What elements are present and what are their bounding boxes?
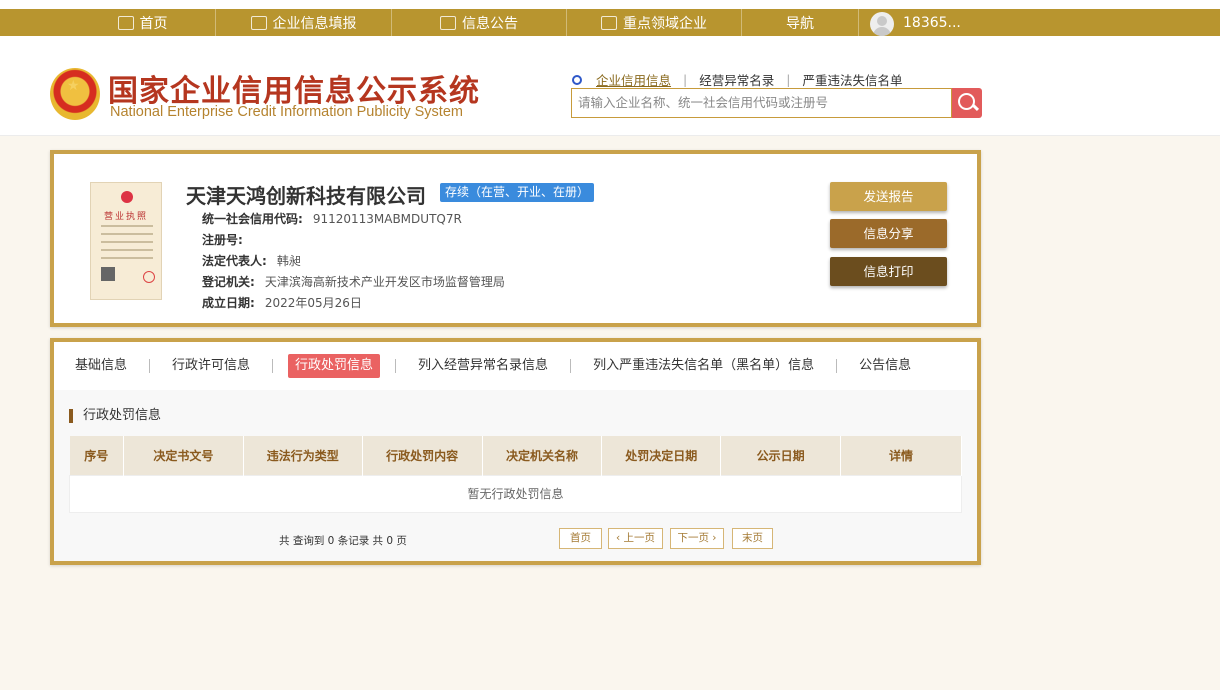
chevron-right-icon: ›: [708, 532, 717, 544]
first-page-button[interactable]: 首页: [559, 528, 602, 549]
building-icon: [601, 15, 617, 30]
edit-icon: [250, 15, 267, 30]
col-penalty-content: 行政处罚内容: [362, 436, 483, 475]
col-publish-date: 公示日期: [720, 436, 842, 475]
col-decision-date: 处罚决定日期: [601, 436, 722, 475]
company-name: 天津天鸿创新科技有限公司: [186, 184, 426, 208]
monitor-icon: [117, 15, 134, 30]
tab-license-info[interactable]: 行政许可信息: [165, 354, 257, 378]
search-tab-blacklist[interactable]: 严重违法失信名单: [796, 70, 908, 89]
business-license-image: 营业执照: [90, 182, 162, 300]
tab-penalty-info[interactable]: 行政处罚信息: [288, 354, 381, 378]
user-name[interactable]: 18365...: [903, 9, 973, 36]
info-credit-code: 统一社会信用代码: 91120113MABMDUTQ7R: [202, 212, 462, 226]
search-tab-abnormal[interactable]: 经营异常名录: [693, 70, 780, 89]
info-authority: 登记机关: 天津滨海高新技术产业开发区市场监督管理局: [202, 275, 505, 289]
print-info-button[interactable]: 信息打印: [830, 257, 947, 286]
nav-item-announcement[interactable]: 信息公告: [392, 9, 566, 36]
search-tabs: 企业信用信息 | 经营异常名录 | 严重违法失信名单: [572, 70, 908, 89]
site-subtitle: National Enterprise Credit Information P…: [110, 104, 463, 120]
tab-content: 行政处罚信息 序号 决定书文号 违法行为类型 行政处罚内容 决定机关名称 处罚决…: [54, 390, 977, 561]
send-report-button[interactable]: 发送报告: [830, 182, 947, 211]
search-input[interactable]: 请输入企业名称、统一社会信用代码或注册号: [571, 88, 952, 118]
info-reg-number: 注册号:: [202, 233, 243, 247]
avatar[interactable]: [870, 12, 894, 36]
search-tab-credit[interactable]: 企业信用信息: [590, 70, 677, 89]
nav-item-navigation[interactable]: 导航: [742, 9, 858, 36]
status-badge: 存续（在营、开业、在册）: [440, 183, 595, 202]
search-icon: [572, 74, 582, 85]
seal-icon: [143, 271, 155, 283]
nav-item-key-field[interactable]: 重点领域企业: [567, 9, 741, 36]
document-icon: [440, 15, 456, 30]
emblem-icon: [121, 191, 133, 203]
national-emblem-icon: [50, 68, 100, 120]
tab-abnormal-list[interactable]: 列入经营异常名录信息: [411, 354, 555, 378]
tab-announcement[interactable]: 公告信息: [852, 354, 918, 378]
prev-page-button[interactable]: ‹ 上一页: [608, 528, 663, 549]
penalty-table: 序号 决定书文号 违法行为类型 行政处罚内容 决定机关名称 处罚决定日期 公示日…: [69, 436, 962, 513]
last-page-button[interactable]: 末页: [732, 528, 773, 549]
tab-blacklist[interactable]: 列入严重违法失信名单（黑名单）信息: [586, 354, 821, 378]
col-violation-type: 违法行为类型: [243, 436, 363, 475]
tab-basic-info[interactable]: 基础信息: [68, 354, 134, 378]
nav-item-report[interactable]: 企业信息填报: [216, 9, 391, 36]
table-row: 暂无行政处罚信息: [69, 474, 962, 513]
col-doc-number: 决定书文号: [123, 436, 244, 475]
qr-code-icon: [101, 267, 115, 281]
section-title: 行政处罚信息: [69, 409, 161, 423]
col-authority: 决定机关名称: [482, 436, 603, 475]
info-legal-rep: 法定代表人: 韩昶: [202, 254, 301, 268]
pager-info: 共 查询到 0 条记录 共 0 页: [279, 535, 407, 547]
site-header: 国家企业信用信息公示系统 National Enterprise Credit …: [0, 36, 1220, 136]
chevron-left-icon: ‹: [615, 532, 624, 544]
detail-panel: 基础信息 行政许可信息 行政处罚信息 列入经营异常名录信息 列入严重违法失信名单…: [50, 338, 981, 565]
info-founded: 成立日期: 2022年05月26日: [202, 296, 362, 310]
empty-message: 暂无行政处罚信息: [69, 474, 962, 513]
next-page-button[interactable]: 下一页 ›: [670, 528, 724, 549]
col-index: 序号: [69, 436, 124, 475]
nav-item-home[interactable]: 首页: [70, 9, 215, 36]
col-details: 详情: [840, 436, 962, 475]
license-label: 营业执照: [103, 212, 148, 222]
share-info-button[interactable]: 信息分享: [830, 219, 947, 248]
company-panel: 营业执照 天津天鸿创新科技有限公司 存续（在营、开业、在册） 统一社会信用代码:…: [50, 150, 981, 327]
search-button[interactable]: [952, 88, 982, 118]
tab-bar: 基础信息 行政许可信息 行政处罚信息 列入经营异常名录信息 列入严重违法失信名单…: [54, 342, 977, 390]
top-nav: 首页 企业信息填报 信息公告 重点领域企业 导航 18365...: [0, 0, 1220, 36]
table-header-row: 序号 决定书文号 违法行为类型 行政处罚内容 决定机关名称 处罚决定日期 公示日…: [69, 436, 962, 475]
